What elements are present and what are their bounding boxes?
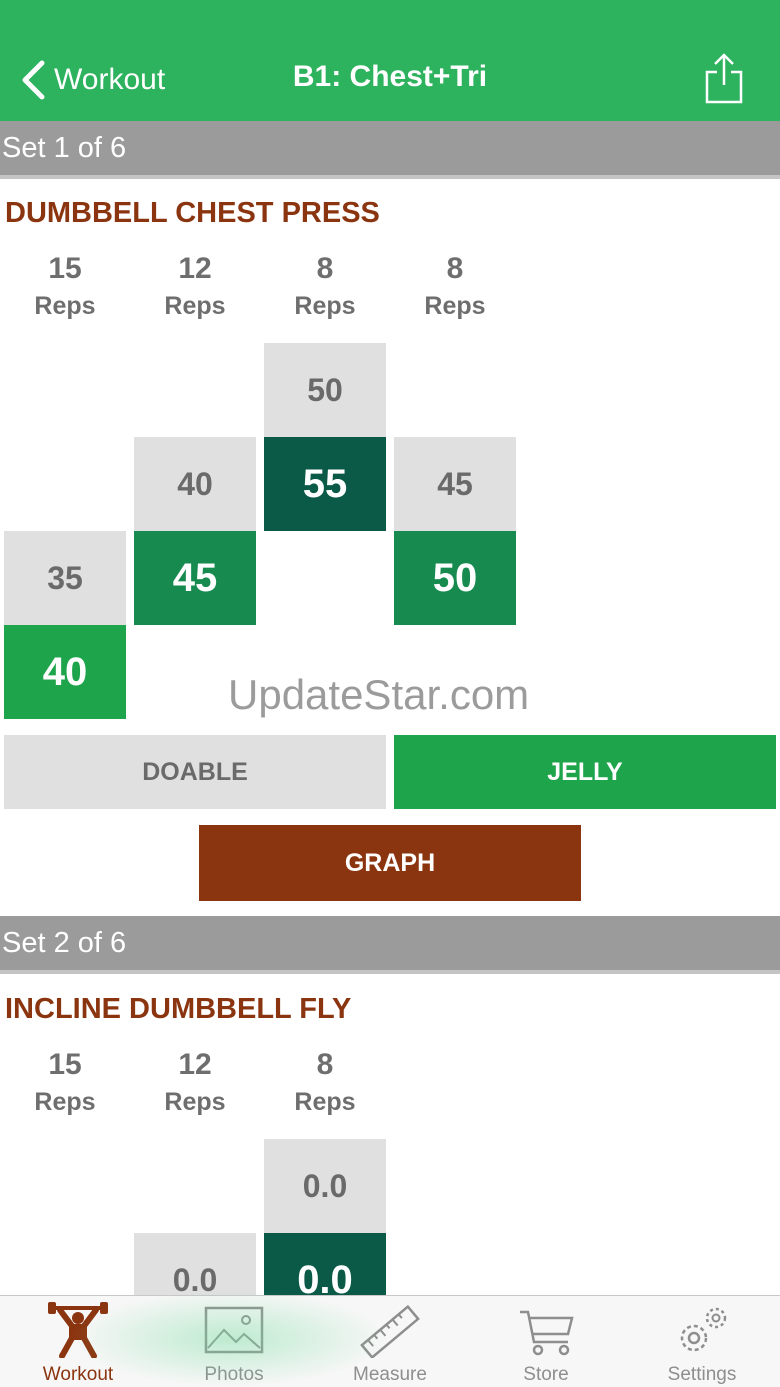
previous-weight-cell[interactable]: 0.0 xyxy=(264,1139,386,1233)
workout-content[interactable]: Set 1 of 6 DUMBBELL CHEST PRESS 15 Reps … xyxy=(0,121,780,1295)
current-weight-cell[interactable]: 0.0 xyxy=(264,1233,386,1295)
reps-column: 12 Reps xyxy=(134,1046,256,1120)
reps-count: 8 xyxy=(316,252,334,285)
reps-column: 8 Reps xyxy=(264,1046,386,1120)
tab-label: Photos xyxy=(204,1364,264,1385)
reps-count: 8 xyxy=(316,1048,334,1081)
exercise-title[interactable]: INCLINE DUMBBELL FLY xyxy=(5,993,351,1026)
reps-column: 8 Reps xyxy=(394,250,516,324)
set-header: Set 1 of 6 xyxy=(0,121,780,179)
tab-workout[interactable]: Workout xyxy=(0,1296,156,1387)
reps-label: Reps xyxy=(34,292,96,320)
reps-count: 12 xyxy=(178,1048,212,1081)
reps-count: 15 xyxy=(48,1048,82,1081)
current-weight-cell[interactable]: 45 xyxy=(134,531,256,625)
current-weight-cell[interactable]: 55 xyxy=(264,437,386,531)
tab-store[interactable]: Store xyxy=(468,1296,624,1387)
reps-column: 15 Reps xyxy=(4,1046,126,1120)
tab-label: Workout xyxy=(42,1364,114,1385)
share-button[interactable] xyxy=(704,52,744,104)
set-header: Set 2 of 6 xyxy=(0,916,780,974)
graph-button[interactable]: GRAPH xyxy=(199,825,581,901)
weightlifter-icon xyxy=(48,1302,108,1358)
reps-label: Reps xyxy=(294,292,356,320)
current-weight-cell[interactable]: 40 xyxy=(4,625,126,719)
cart-icon xyxy=(520,1310,574,1356)
ruler-icon xyxy=(360,1304,420,1358)
photo-icon xyxy=(204,1306,264,1354)
reps-count: 12 xyxy=(178,252,212,285)
reps-label: Reps xyxy=(34,1088,96,1116)
reps-label: Reps xyxy=(294,1088,356,1116)
tab-label: Store xyxy=(523,1364,569,1385)
current-weight-cell[interactable]: 50 xyxy=(394,531,516,625)
tab-measure[interactable]: Measure xyxy=(312,1296,468,1387)
watermark: UpdateStar.com xyxy=(228,671,530,718)
reps-label: Reps xyxy=(164,292,226,320)
doable-button[interactable]: DOABLE xyxy=(4,735,386,809)
reps-count: 8 xyxy=(446,252,464,285)
reps-column: 15 Reps xyxy=(4,250,126,324)
reps-label: Reps xyxy=(424,292,486,320)
previous-weight-cell[interactable]: 40 xyxy=(134,437,256,531)
reps-count: 15 xyxy=(48,252,82,285)
tab-label: Settings xyxy=(667,1364,737,1385)
previous-weight-cell[interactable]: 50 xyxy=(264,343,386,437)
tab-bar: Workout Photos Measure Store Settings xyxy=(0,1295,780,1387)
reps-label: Reps xyxy=(164,1088,226,1116)
tab-photos[interactable]: Photos xyxy=(156,1296,312,1387)
gears-icon xyxy=(680,1307,727,1352)
previous-weight-cell[interactable]: 45 xyxy=(394,437,516,531)
previous-weight-cell[interactable]: 35 xyxy=(4,531,126,625)
previous-weight-cell[interactable]: 0.0 xyxy=(134,1233,256,1295)
page-title: B1: Chest+Tri xyxy=(292,60,488,93)
tab-settings[interactable]: Settings xyxy=(624,1296,780,1387)
tab-label: Measure xyxy=(353,1364,427,1385)
reps-column: 8 Reps xyxy=(264,250,386,324)
jelly-button[interactable]: JELLY xyxy=(394,735,776,809)
nav-bar: Workout B1: Chest+Tri xyxy=(0,0,780,121)
share-icon xyxy=(705,53,743,104)
exercise-title[interactable]: DUMBBELL CHEST PRESS xyxy=(5,197,380,230)
reps-column: 12 Reps xyxy=(134,250,256,324)
